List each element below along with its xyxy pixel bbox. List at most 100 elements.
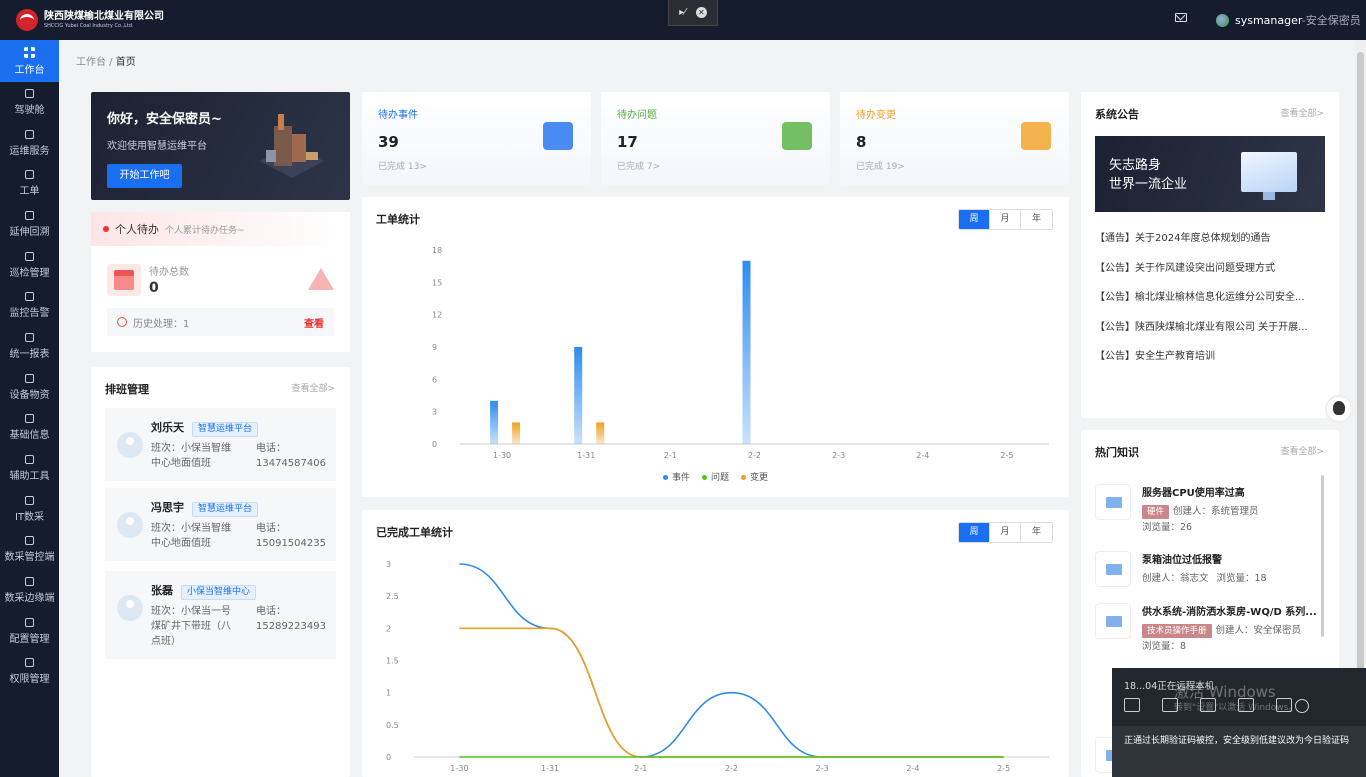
stat-card[interactable]: 待办变更 8 已完成 19> <box>840 92 1069 185</box>
sidebar-item-label: 巡检管理 <box>9 267 50 279</box>
hot-list-scrollbar[interactable] <box>1321 475 1324 637</box>
y-tick-label: 6 <box>432 375 437 384</box>
notice-item[interactable]: 【公告】榆北煤业榆林信息化运维分公司安全... <box>1095 288 1305 303</box>
stat-completed-link[interactable]: 已完成 13> <box>378 159 575 172</box>
stat-completed-link[interactable]: 已完成 19> <box>856 159 1053 172</box>
history-text: 历史处理：1 <box>133 318 190 330</box>
sidebar-item-8[interactable]: 设备物资 <box>0 367 59 408</box>
chat-icon[interactable] <box>1124 698 1140 712</box>
stat-card[interactable]: 待办事件 39 已完成 13> <box>362 92 591 185</box>
screen-icon[interactable] <box>1200 698 1216 712</box>
phone-number: 15289223493 <box>256 621 326 632</box>
sidebar-item-2[interactable]: 运维服务 <box>0 123 59 164</box>
person-name: 刘乐天 <box>151 421 184 434</box>
sidebar-item-4[interactable]: 延伸回溯 <box>0 204 59 245</box>
sidebar-item-1[interactable]: 驾驶舱 <box>0 82 59 123</box>
stat-label: 待办变更 <box>856 110 896 121</box>
chart-legend: 事件 问题 变更 <box>362 470 1069 483</box>
x-tick-label: 1-31 <box>577 451 595 460</box>
y-tick-label: 0.5 <box>386 721 399 730</box>
x-tick-label: 2-5 <box>997 764 1010 773</box>
company-name-en: SHCCIG Yubei Coal Industry Co.,Ltd. <box>44 22 134 29</box>
bar-事件 <box>574 347 583 444</box>
scrollbar-thumb[interactable] <box>1357 52 1364 702</box>
sidebar-item-13[interactable]: 数采边缘端 <box>0 570 59 611</box>
sidebar-item-15[interactable]: 权限管理 <box>0 652 59 693</box>
start-work-button[interactable]: 开始工作吧 <box>107 164 182 188</box>
y-tick-label: 0 <box>432 440 437 449</box>
window-icon[interactable] <box>1238 698 1254 712</box>
notice-see-all-link[interactable]: 查看全部> <box>1280 106 1324 119</box>
sidebar-item-11[interactable]: IT数采 <box>0 489 59 530</box>
work-order-bar-chart: 0 3 6 9 12 15 18 1-30 1-31 2-1 2-2 2-3 2-4 2-5 <box>432 246 1049 460</box>
sidebar-item-5[interactable]: 巡检管理 <box>0 245 59 286</box>
legend-item[interactable]: 问题 <box>701 470 729 483</box>
sidebar-item-9[interactable]: 基础信息 <box>0 408 59 449</box>
legend-item[interactable]: 变更 <box>741 470 768 483</box>
user-menu[interactable]: sysmanager-安全保密员 <box>1216 12 1361 28</box>
person-name: 冯思宇 <box>151 501 184 514</box>
sidebar-item-14[interactable]: 配置管理 <box>0 611 59 652</box>
sidebar-item-0[interactable]: 工作台 <box>0 40 59 82</box>
person-info: 班次：小保当一号煤矿井下带班（八点班） 电话： 15289223493 <box>151 604 326 649</box>
notice-item[interactable]: 【公告】安全生产教育培训 <box>1095 347 1215 362</box>
phone: 电话： 13474587406 <box>256 441 326 471</box>
sidebar-item-3[interactable]: 工单 <box>0 163 59 204</box>
sidebar-item-12[interactable]: 数采管控端 <box>0 530 59 571</box>
x-tick-label: 2-4 <box>906 764 919 773</box>
menu-icon <box>25 332 34 342</box>
sidebar-item-7[interactable]: 统一报表 <box>0 326 59 367</box>
phone: 电话： 15091504235 <box>256 521 326 551</box>
stat-completed-link[interactable]: 已完成 7> <box>617 159 814 172</box>
notice-item[interactable]: 【公告】陕西陕煤榆北煤业有限公司 关于开展... <box>1095 318 1308 333</box>
menu-icon <box>25 251 34 261</box>
shift-title: 排班管理 <box>105 383 149 396</box>
microphone-icon[interactable] <box>1162 698 1178 712</box>
shift-see-all-link[interactable]: 查看全部> <box>291 381 335 394</box>
notice-item[interactable]: 【通告】关于2024年度总体规划的通告 <box>1095 229 1270 244</box>
avatar <box>117 432 143 458</box>
company-logo[interactable]: 陕西陕煤榆北煤业有限公司 SHCCIG Yubei Coal Industry … <box>16 9 164 31</box>
breadcrumb-current: 首页 <box>115 57 136 68</box>
close-icon[interactable] <box>1295 699 1309 713</box>
mail-icon[interactable] <box>1175 13 1187 22</box>
pin-icon[interactable]: ▸⁄ <box>679 7 686 18</box>
todo-title: 个人待办 <box>115 223 159 236</box>
sidebar-item-label: 权限管理 <box>9 674 50 686</box>
menu-icon <box>25 658 34 668</box>
shift-person-card[interactable]: 刘乐天 智慧运维平台 班次：小保当智维中心地面值班 电话： 13474587406 <box>105 408 336 481</box>
sidebar-item-label: 辅助工具 <box>9 471 50 483</box>
remote-warning-message: 正通过长期验证码被控，安全级别低建议改为今日验证码 <box>1112 726 1366 777</box>
notice-item[interactable]: 【公告】关于作风建设突出问题受理方式 <box>1095 259 1275 274</box>
x-tick-label: 1-30 <box>493 451 511 460</box>
legend-dot-icon <box>701 475 707 480</box>
stat-card[interactable]: 待办问题 17 已完成 7> <box>601 92 830 185</box>
legend-item[interactable]: 事件 <box>662 470 690 483</box>
transfer-icon[interactable] <box>1276 698 1292 712</box>
customer-service-icon[interactable] <box>1325 395 1353 423</box>
sidebar-item-6[interactable]: 监控告警 <box>0 285 59 326</box>
person-info: 班次：小保当智维中心地面值班 电话： 15091504235 <box>151 521 326 551</box>
shift-person-card[interactable]: 冯思宇 智慧运维平台 班次：小保当智维中心地面值班 电话： 15091504235 <box>105 488 336 561</box>
sidebar-item-10[interactable]: 辅助工具 <box>0 448 59 489</box>
phone-label: 电话： <box>256 606 286 617</box>
y-tick-label: 3 <box>432 408 437 417</box>
team-tag: 小保当智维中心 <box>181 585 257 600</box>
view-link[interactable]: 查看 <box>304 315 324 330</box>
x-tick-label: 2-5 <box>1000 451 1013 460</box>
close-icon[interactable]: ✕ <box>695 7 707 18</box>
menu-icon <box>25 170 34 180</box>
shift-person-card[interactable]: 张磊 小保当智维中心 班次：小保当一号煤矿井下带班（八点班） 电话： 152892234… <box>105 571 336 659</box>
remote-control-tab[interactable]: ▸⁄ ✕ <box>668 0 718 26</box>
x-tick-label: 2-2 <box>748 451 761 460</box>
sidebar-item-label: 延伸回溯 <box>9 226 50 238</box>
sidebar-item-label: 数采边缘端 <box>4 593 55 605</box>
creator: 创建人：翁志文 <box>1142 573 1209 584</box>
notice-banner[interactable]: 矢志路身 世界一流企业 <box>1095 136 1325 212</box>
phone-number: 15091504235 <box>256 538 326 549</box>
breadcrumb-parent[interactable]: 工作台 / <box>76 57 113 68</box>
y-tick-label: 12 <box>432 311 442 320</box>
hot-see-all-link[interactable]: 查看全部> <box>1280 444 1324 457</box>
series-line <box>459 563 1004 758</box>
page-scrollbar[interactable] <box>1355 40 1366 777</box>
